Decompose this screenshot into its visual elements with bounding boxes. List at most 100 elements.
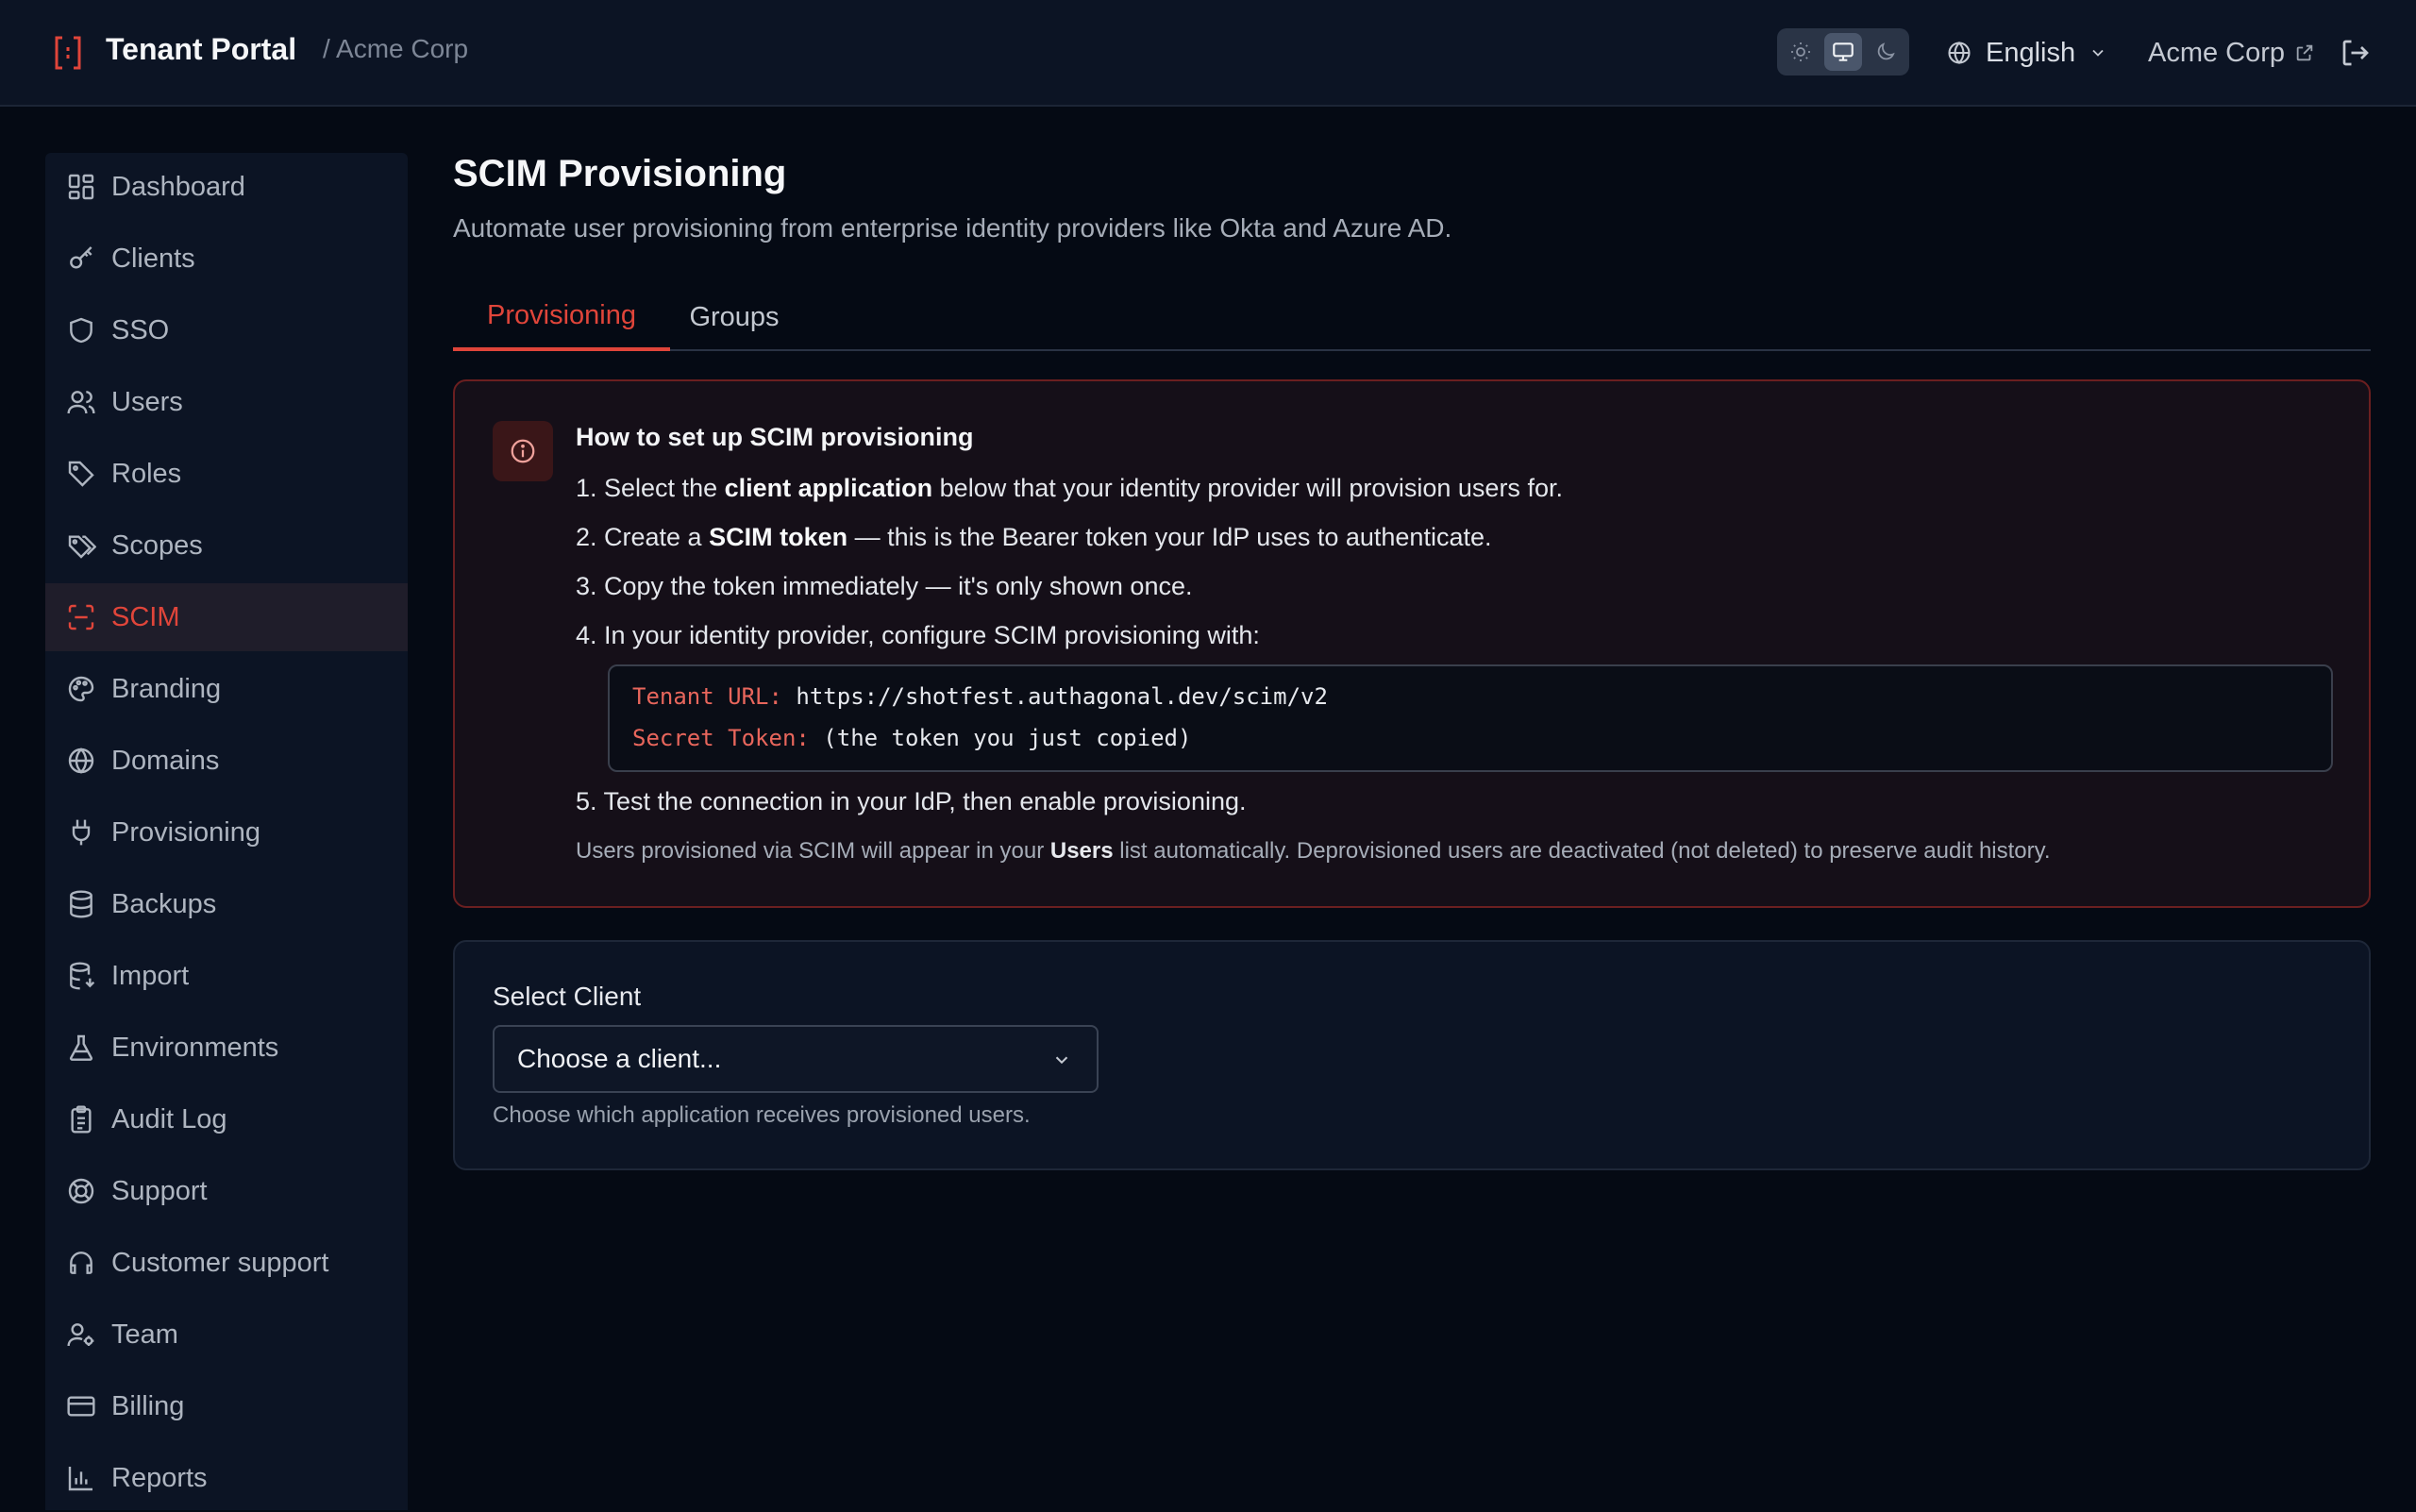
select-client-card: Select Client Choose a client... Choose …	[453, 940, 2371, 1170]
step-3: 3. Copy the token immediately — it's onl…	[576, 572, 1193, 600]
step-text: 2. Create a	[576, 523, 710, 551]
step-5: 5. Test the connection in your IdP, then…	[576, 787, 1247, 815]
tags-icon	[68, 535, 96, 559]
page-title: SCIM Provisioning	[453, 153, 787, 194]
external-link-icon	[2296, 44, 2313, 61]
sidebar-item-label: Customer support	[111, 1247, 329, 1278]
palette-icon	[68, 676, 94, 702]
sidebar-item-label: Team	[111, 1319, 178, 1350]
globe-icon	[1948, 42, 1971, 64]
select-client-label: Select Client	[493, 982, 642, 1011]
theme-light-button[interactable]	[1782, 33, 1820, 71]
step-1: 1. Select the client application below t…	[576, 474, 1563, 503]
sidebar-item-label: Clients	[111, 243, 195, 274]
sidebar-item-roles[interactable]: Roles	[45, 440, 408, 508]
sidebar-item-branding[interactable]: Branding	[45, 655, 408, 723]
brand-logo-icon[interactable]	[53, 34, 83, 72]
org-link[interactable]: Acme Corp	[2148, 34, 2315, 72]
sidebar-item-clients[interactable]: Clients	[45, 225, 408, 293]
sidebar-item-label: Domains	[111, 745, 220, 776]
sidebar-item-label: Import	[111, 960, 190, 991]
sidebar-item-scim[interactable]: SCIM	[45, 583, 408, 651]
tabs: Provisioning Groups	[453, 283, 2371, 351]
note-text: list automatically. Deprovisioned users …	[1113, 838, 2051, 864]
step-text: 1. Select the	[576, 474, 725, 502]
bar-chart-icon	[68, 1467, 92, 1491]
sidebar-item-support[interactable]: Support	[45, 1157, 408, 1225]
app-title[interactable]: Tenant Portal	[106, 32, 296, 67]
info-title: How to set up SCIM provisioning	[576, 423, 974, 451]
breadcrumb: / Acme Corp	[323, 34, 469, 63]
monitor-icon	[1833, 42, 1854, 61]
sidebar-item-billing[interactable]: Billing	[45, 1372, 408, 1440]
secret-token-value: (the token you just copied)	[809, 725, 1192, 751]
sidebar-item-team[interactable]: Team	[45, 1301, 408, 1369]
tab-provisioning[interactable]: Provisioning	[453, 283, 670, 351]
info-icon	[493, 421, 553, 481]
shield-icon	[70, 317, 92, 344]
database-import-icon	[70, 962, 95, 990]
step-text: below that your identity provider will p…	[932, 474, 1563, 502]
sidebar-item-reports[interactable]: Reports	[45, 1444, 408, 1512]
logout-icon[interactable]	[2339, 36, 2373, 70]
sidebar: Dashboard Clients SSO Users Roles Scopes…	[45, 153, 408, 1510]
theme-system-button[interactable]	[1824, 33, 1862, 71]
tenant-url-key: Tenant URL:	[632, 683, 782, 710]
sidebar-item-label: Audit Log	[111, 1103, 227, 1134]
page-subtitle: Automate user provisioning from enterpri…	[453, 213, 1452, 243]
sidebar-item-import[interactable]: Import	[45, 942, 408, 1010]
flask-icon	[69, 1034, 93, 1061]
headset-icon	[70, 1252, 92, 1274]
setup-info-box: How to set up SCIM provisioning 1. Selec…	[453, 379, 2371, 908]
sidebar-item-label: Support	[111, 1175, 208, 1206]
select-client-help: Choose which application receives provis…	[493, 1102, 1031, 1128]
sidebar-item-sso[interactable]: SSO	[45, 296, 408, 364]
sidebar-item-label: Users	[111, 386, 183, 417]
info-note: Users provisioned via SCIM will appear i…	[576, 838, 2051, 865]
tag-icon	[68, 461, 94, 487]
client-select[interactable]: Choose a client...	[493, 1025, 1099, 1093]
sidebar-item-scopes[interactable]: Scopes	[45, 512, 408, 580]
step-2: 2. Create a SCIM token — this is the Bea…	[576, 523, 1491, 552]
sidebar-item-provisioning[interactable]: Provisioning	[45, 798, 408, 866]
language-selector[interactable]: English	[1946, 34, 2107, 72]
key-icon	[70, 246, 92, 269]
sidebar-item-domains[interactable]: Domains	[45, 727, 408, 795]
note-text: Users provisioned via SCIM will appear i…	[576, 838, 1050, 864]
theme-dark-button[interactable]	[1867, 33, 1904, 71]
sidebar-item-dashboard[interactable]: Dashboard	[45, 153, 408, 221]
sidebar-item-environments[interactable]: Environments	[45, 1014, 408, 1082]
sidebar-item-customer-support[interactable]: Customer support	[45, 1229, 408, 1297]
step-4: 4. In your identity provider, configure …	[576, 621, 1260, 649]
sidebar-item-label: Branding	[111, 673, 222, 704]
tenant-url-line: Tenant URL: https://shotfest.authagonal.…	[632, 683, 1328, 710]
step-text: — this is the Bearer token your IdP uses…	[847, 523, 1492, 551]
plug-icon	[72, 819, 91, 846]
sidebar-item-label: Provisioning	[111, 816, 260, 848]
secret-token-line: Secret Token: (the token you just copied…	[632, 725, 1191, 751]
sidebar-item-users[interactable]: Users	[45, 368, 408, 436]
globe-icon	[68, 748, 94, 774]
tab-groups[interactable]: Groups	[674, 283, 795, 351]
scim-config-code-block: Tenant URL: https://shotfest.authagonal.…	[608, 664, 2333, 772]
sidebar-item-label: SSO	[111, 314, 170, 345]
sidebar-item-label: SCIM	[111, 601, 180, 632]
sidebar-item-label: Roles	[111, 458, 182, 489]
sidebar-item-backups[interactable]: Backups	[45, 870, 408, 938]
secret-token-key: Secret Token:	[632, 725, 810, 751]
clipboard-icon	[71, 1105, 92, 1134]
chevron-down-icon	[2092, 49, 2104, 57]
step-emphasis: SCIM token	[709, 523, 848, 551]
sidebar-item-audit-log[interactable]: Audit Log	[45, 1085, 408, 1153]
user-cog-icon	[67, 1323, 94, 1347]
theme-toggle	[1777, 28, 1909, 76]
top-bar: Tenant Portal / Acme Corp English Acme C…	[0, 0, 2416, 107]
chevron-down-icon	[1055, 1056, 1068, 1065]
sidebar-item-label: Backups	[111, 888, 217, 919]
tenant-url-value: https://shotfest.authagonal.dev/scim/v2	[781, 683, 1328, 710]
scan-icon	[68, 604, 94, 630]
lifebuoy-icon	[68, 1178, 94, 1204]
sidebar-item-label: Dashboard	[111, 171, 245, 202]
sidebar-item-label: Billing	[111, 1390, 185, 1421]
moon-icon	[1877, 42, 1895, 60]
